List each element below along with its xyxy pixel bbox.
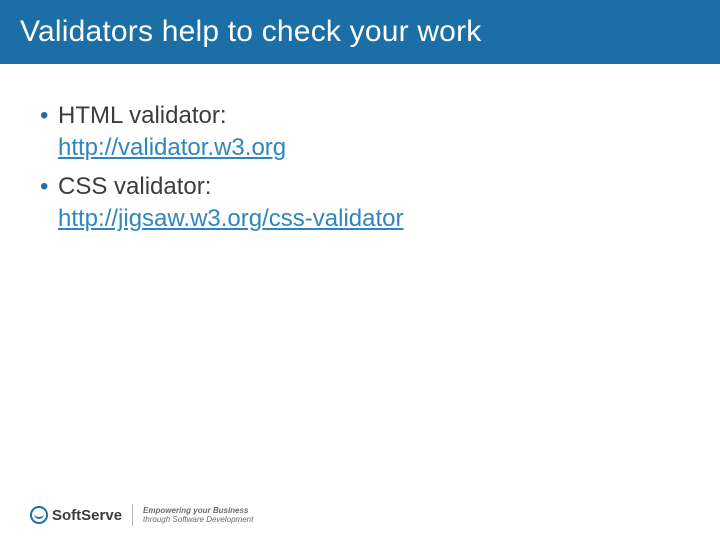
bullet-list: HTML validator: http://validator.w3.org …: [40, 100, 680, 236]
list-item: HTML validator: http://validator.w3.org: [40, 100, 680, 165]
brand-name: SoftServe: [52, 507, 122, 524]
brand-logo: SoftServe: [30, 506, 122, 524]
logo-icon: [30, 506, 48, 524]
slide-content: HTML validator: http://validator.w3.org …: [0, 64, 720, 236]
bullet-label: CSS validator:: [58, 173, 211, 200]
html-validator-link[interactable]: http://validator.w3.org: [58, 134, 286, 161]
brand-text-part1: Soft: [52, 507, 81, 524]
brand-text-part2: Serve: [81, 507, 122, 524]
css-validator-link[interactable]: http://jigsaw.w3.org/css-validator: [58, 205, 403, 232]
tagline-line2: through Software Development: [143, 515, 253, 524]
slide-title: Validators help to check your work: [20, 15, 481, 49]
list-item: CSS validator: http://jigsaw.w3.org/css-…: [40, 171, 680, 236]
footer: SoftServe Empowering your Business throu…: [30, 504, 253, 526]
slide-title-bar: Validators help to check your work: [0, 0, 720, 64]
bullet-label: HTML validator:: [58, 102, 227, 129]
footer-divider: [132, 504, 133, 526]
tagline-line1: Empowering your Business: [143, 506, 253, 515]
brand-tagline: Empowering your Business through Softwar…: [143, 506, 253, 524]
